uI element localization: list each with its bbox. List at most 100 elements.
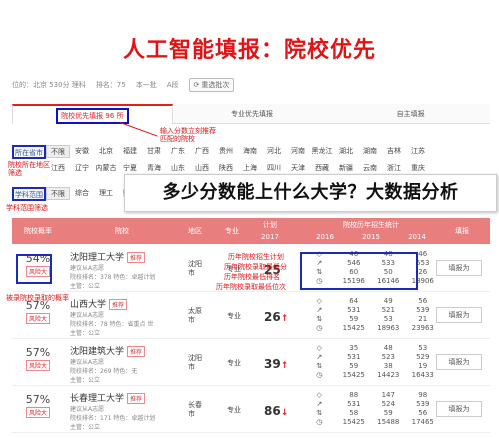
probability-cell: 57% 风险大 <box>18 299 58 333</box>
stat-value: 59 <box>349 315 359 323</box>
tab-manual[interactable]: 自主填报 <box>331 104 491 124</box>
arrow-pointer <box>119 122 158 137</box>
stats-row: ↗ 531 521 539 <box>302 306 440 315</box>
location-filter-row: 所在省市 不限 安徽 北京 福建 甘肃 广东 广西 贵州 海南 河北 河南 黑龙江 湖北 湖南 吉林 江苏 <box>12 144 430 159</box>
filter-chip[interactable]: 辽宁 <box>70 162 94 175</box>
filter-chip[interactable]: 河南 <box>286 145 310 158</box>
header-year-2015: 2015 <box>362 233 380 241</box>
stats-row: ◷ 15425 15488 17465 <box>302 418 440 427</box>
filter-chip[interactable]: 广东 <box>166 145 190 158</box>
filter-chip[interactable]: 综合 <box>70 187 94 200</box>
school-name-cell[interactable]: 沈阳建筑大学 推荐 <box>70 344 146 357</box>
fill-button[interactable]: 填报为 <box>436 354 482 370</box>
stat-value: 18963 <box>377 324 400 332</box>
school-name[interactable]: 长春理工大学 <box>70 394 124 404</box>
stat-value: 58 <box>349 409 359 417</box>
table-row: 57% 风险大 长春理工大学 推荐 建议从A志愿 院校排名：171 特色：卓越计划 主管：公… <box>12 387 490 433</box>
fill-button[interactable]: 填报为 <box>436 401 482 417</box>
stat-value: 531 <box>347 400 361 408</box>
school-name[interactable]: 沈阳理工大学 <box>70 253 124 263</box>
stats-row: ◇ 88 147 98 <box>302 391 440 400</box>
fill-button[interactable]: 填报为 <box>436 260 482 276</box>
stat-value: 17465 <box>411 418 434 426</box>
tab-school-first[interactable]: 院校优先填报 96 所 <box>12 104 173 124</box>
filter-chip[interactable]: 江苏 <box>406 145 430 158</box>
rank-icon: ⇅ <box>316 362 323 370</box>
fill-button[interactable]: 填报为 <box>436 307 482 323</box>
tab-major-first[interactable]: 专业优先填报 <box>172 104 332 124</box>
filter-chip[interactable]: 不限 <box>46 187 70 200</box>
risk-badge: 风险大 <box>25 360 50 371</box>
plan-icon: ◇ <box>316 344 322 352</box>
highlight-stats <box>300 252 418 290</box>
filter-chip[interactable]: 理工 <box>94 187 118 200</box>
note-location: 院校所在地区 筛选 <box>8 161 50 177</box>
filter-chip[interactable]: 湖北 <box>334 145 358 158</box>
reselect-batch-button[interactable]: ⟳ 重选批次 <box>188 78 235 92</box>
recommend-tag: 推荐 <box>127 346 146 357</box>
stat-value: 49 <box>383 297 393 305</box>
tab-bar: 院校优先填报 96 所 专业优先填报 自主填报 <box>12 104 491 124</box>
stats-row: ↗ 531 524 539 <box>302 400 440 409</box>
header-plan-year: 2017 <box>261 233 279 241</box>
major-link[interactable]: 专业 <box>227 405 241 415</box>
filter-chip[interactable]: 北京 <box>94 145 118 158</box>
filter-chip[interactable]: 不限 <box>46 145 70 158</box>
major-link[interactable]: 专业 <box>227 358 241 368</box>
header-school: 院校 <box>115 227 129 235</box>
school-name-cell[interactable]: 山西大学 推荐 <box>70 297 128 310</box>
plan-value: 39 <box>264 357 281 371</box>
position-icon: ◷ <box>316 418 323 426</box>
filter-chip[interactable]: 贵州 <box>214 145 238 158</box>
plan-icon: ◇ <box>316 391 322 399</box>
school-name[interactable]: 山西大学 <box>70 300 106 310</box>
note-min-score: 历年院校录取最低分 <box>224 263 287 271</box>
stats-row: ↗ 531 523 529 <box>302 353 440 362</box>
filter-chip[interactable]: 黑龙江 <box>310 145 334 158</box>
trend-icon: ↓ <box>280 408 289 418</box>
school-name-cell[interactable]: 长春理工大学 推荐 <box>70 391 146 404</box>
stat-value: 56 <box>418 409 428 417</box>
major-link[interactable]: 专业 <box>227 311 241 321</box>
stats-row: ⇅ 59 38 19 <box>302 362 440 371</box>
school-name-cell[interactable]: 沈阳理工大学 推荐 <box>70 250 146 263</box>
recommend-tag: 推荐 <box>109 299 128 310</box>
school-name[interactable]: 沈阳建筑大学 <box>70 347 124 357</box>
stat-value: 38 <box>383 362 393 370</box>
stat-value: 88 <box>349 391 359 399</box>
stat-value: 15425 <box>342 418 365 426</box>
stat-value: 59 <box>349 362 359 370</box>
stat-value: 529 <box>416 353 430 361</box>
filter-chip[interactable]: 吉林 <box>382 145 406 158</box>
filter-chip[interactable]: 海南 <box>238 145 262 158</box>
history-stats: ◇ 35 48 53 ↗ 531 523 529 ⇅ 59 38 19 ◷ 15425 14423 16433 <box>302 344 440 380</box>
trend-icon: ↑ <box>280 361 289 371</box>
rank-icon: ⇅ <box>316 409 323 417</box>
school-detail: 院校排名：171 特色：卓越计划 <box>70 415 156 422</box>
probability-cell: 57% 风险大 <box>18 393 58 427</box>
school-city: 沈阳市 <box>188 354 202 371</box>
header-major: 专业 <box>225 227 239 235</box>
header-year-2014: 2014 <box>408 233 426 241</box>
filter-chip[interactable]: 甘肃 <box>142 145 166 158</box>
segment-info: A段 <box>166 81 179 89</box>
probability-value: 57% <box>25 393 51 406</box>
filter-chip[interactable]: 安徽 <box>70 145 94 158</box>
filter-chip[interactable]: 内蒙古 <box>94 162 118 175</box>
filter-chip[interactable]: 湖南 <box>358 145 382 158</box>
batch-info: 本一批 <box>135 81 157 89</box>
filter-chip[interactable]: 河北 <box>262 145 286 158</box>
stat-value: 19 <box>418 362 428 370</box>
plan-value: 26 <box>264 310 281 324</box>
school-detail: 建议从A志愿 <box>70 359 105 366</box>
header-prob: 院校概率 <box>24 227 52 235</box>
filter-chip[interactable]: 福建 <box>118 145 142 158</box>
range-filter-label: 学科范围 <box>12 186 46 201</box>
stats-row: ◷ 15425 18963 23963 <box>302 324 440 333</box>
filter-chip[interactable]: 广西 <box>190 145 214 158</box>
stat-value: 15488 <box>377 418 400 426</box>
note-avg-rank: 历年院校最低排名 <box>224 273 280 281</box>
stat-value: 15425 <box>342 324 365 332</box>
note-probability: 被录院校录取的概率 <box>6 294 69 302</box>
note-range: 学科范围筛选 <box>6 204 48 212</box>
